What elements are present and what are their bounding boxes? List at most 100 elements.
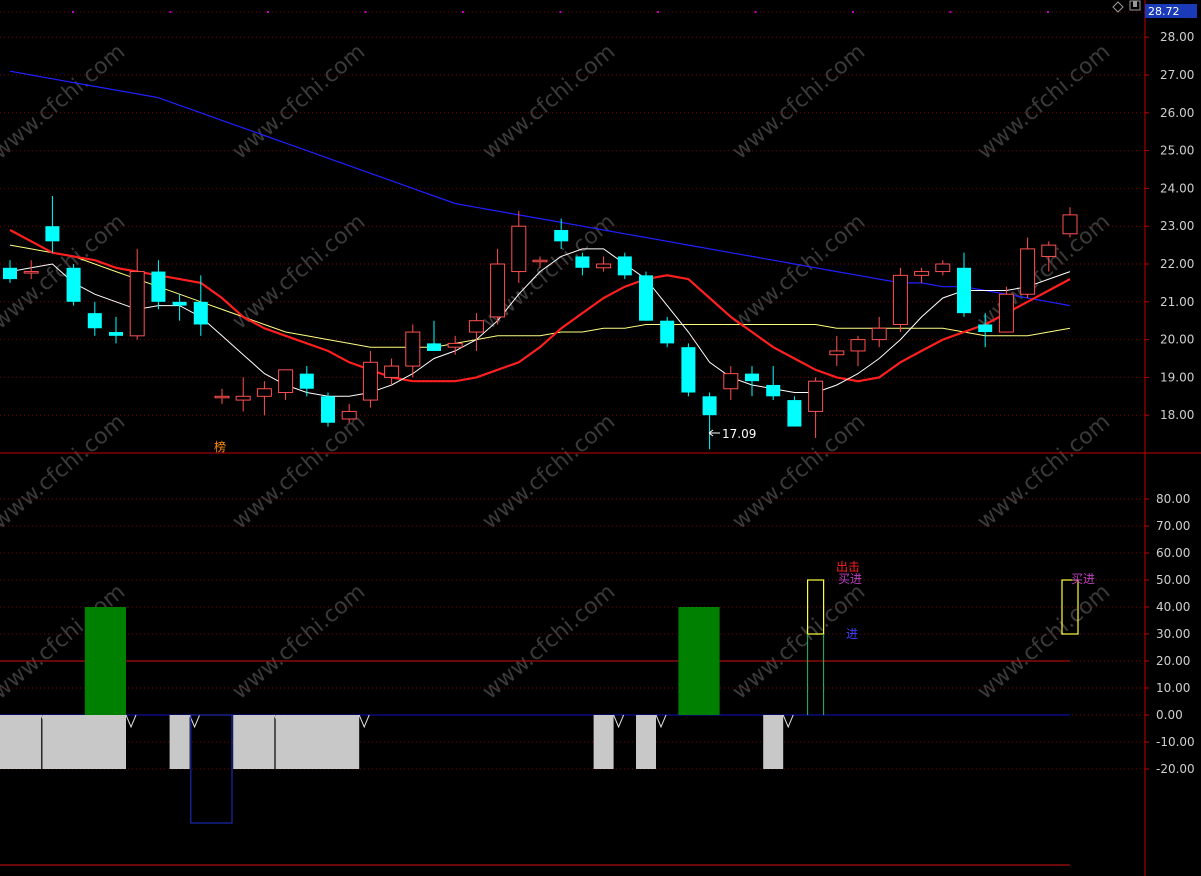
axis-tick-label: 40.00 — [1156, 600, 1190, 614]
candle-body — [299, 373, 314, 389]
gray-bar — [275, 715, 360, 769]
gray-bar — [593, 715, 614, 769]
top-marker — [267, 11, 269, 13]
candle-body — [1062, 214, 1078, 235]
candle-body — [935, 263, 951, 273]
candle-body — [23, 271, 39, 274]
candle-body — [978, 324, 993, 333]
top-marker — [1047, 11, 1049, 13]
axis-tick-label: 18.00 — [1160, 408, 1194, 422]
candle-body — [321, 396, 335, 423]
axis-tick-label: 60.00 — [1156, 546, 1190, 560]
candle-body — [787, 400, 802, 427]
candle-body — [278, 369, 294, 394]
candle-body — [1020, 248, 1036, 295]
candle-body — [341, 410, 357, 420]
axis-tick-label: 80.00 — [1156, 492, 1190, 506]
candle-body — [596, 263, 612, 269]
candle-body — [151, 271, 166, 302]
top-marker — [462, 11, 464, 13]
candle-body — [998, 293, 1014, 333]
current-price-label: 28.72 — [1148, 5, 1180, 18]
candle-body — [447, 342, 463, 348]
axis-tick-label: 22.00 — [1160, 257, 1194, 271]
top-marker — [949, 11, 952, 13]
candle-body — [45, 226, 60, 242]
candle-body — [660, 320, 675, 344]
candle-body — [235, 395, 251, 401]
axis-tick-label: 24.00 — [1160, 181, 1194, 195]
gray-bar — [763, 715, 784, 769]
candle-body — [617, 256, 632, 276]
top-marker — [169, 11, 172, 13]
candle-body — [639, 275, 653, 321]
signal-mairu-label-2: 买进 — [1071, 572, 1095, 586]
gray-bar — [233, 715, 275, 769]
candle-body — [681, 347, 696, 393]
gray-bar — [0, 715, 42, 769]
candle-body — [850, 339, 866, 352]
candle-body — [3, 267, 17, 280]
candle-body — [468, 320, 484, 333]
signal-mairu-label-1: 买进 — [838, 572, 862, 586]
top-marker — [852, 11, 854, 13]
candle-body — [129, 271, 145, 337]
top-marker — [754, 11, 757, 13]
stock-chart: www.cfchi.com www.cfchi.com www.cfchi.com w… — [0, 0, 1201, 876]
candle-body — [766, 384, 781, 397]
candle-body — [532, 259, 548, 263]
candle-body — [109, 332, 123, 336]
axis-tick-label: 19.00 — [1160, 370, 1194, 384]
candle-body — [87, 313, 102, 329]
green-bar — [678, 607, 720, 715]
candle-body — [405, 331, 421, 367]
green-bar — [84, 607, 126, 715]
axis-tick-label: 30.00 — [1156, 627, 1190, 641]
candle-body — [427, 343, 441, 351]
axis-tick-label: 10.00 — [1156, 681, 1190, 695]
candle-body — [745, 373, 759, 382]
candle-body — [1041, 244, 1057, 257]
candle-body — [554, 229, 569, 242]
candle-body — [214, 395, 230, 399]
gray-bar — [636, 715, 656, 769]
axis-tick-label: 21.00 — [1160, 295, 1194, 309]
axis-tick-label: 20.00 — [1156, 654, 1190, 668]
top-marker — [364, 11, 367, 13]
candle-body — [829, 350, 845, 356]
signal-jin-label: 进 — [846, 627, 858, 641]
top-marker — [72, 11, 74, 13]
candle-body — [723, 373, 739, 390]
axis-tick-label: 0.00 — [1156, 708, 1183, 722]
candle-body — [914, 271, 930, 276]
candle-body — [892, 274, 908, 325]
axis-tick-label: -20.00 — [1156, 762, 1195, 776]
top-marker — [559, 11, 562, 13]
axis-tick-label: 27.00 — [1160, 68, 1194, 82]
candle-body — [66, 267, 81, 302]
candle-body — [490, 263, 506, 318]
axis-tick-label: 50.00 — [1156, 573, 1190, 587]
gray-bar — [42, 715, 126, 769]
axis-tick-label: 28.00 — [1160, 30, 1194, 44]
candle-body — [362, 361, 378, 401]
axis-tick-label: 70.00 — [1156, 519, 1190, 533]
candle-body — [511, 225, 527, 273]
gray-bar — [169, 715, 190, 769]
axis-tick-label: 20.00 — [1160, 333, 1194, 347]
top-marker — [657, 11, 659, 13]
low-price-label: 17.09 — [722, 427, 756, 441]
candle-body — [871, 327, 887, 341]
candle-body — [575, 256, 590, 268]
axis-tick-label: 23.00 — [1160, 219, 1194, 233]
candle-body — [957, 267, 971, 314]
candle-body — [193, 301, 208, 325]
candle-body — [808, 380, 824, 412]
list-badge: 榜 — [214, 439, 226, 454]
candle-body — [256, 388, 272, 397]
axis-tick-label: -10.00 — [1156, 735, 1195, 749]
candle-body — [702, 396, 717, 416]
axis-tick-label: 25.00 — [1160, 144, 1194, 158]
candle-body — [384, 365, 400, 378]
axis-tick-label: 26.00 — [1160, 106, 1194, 120]
